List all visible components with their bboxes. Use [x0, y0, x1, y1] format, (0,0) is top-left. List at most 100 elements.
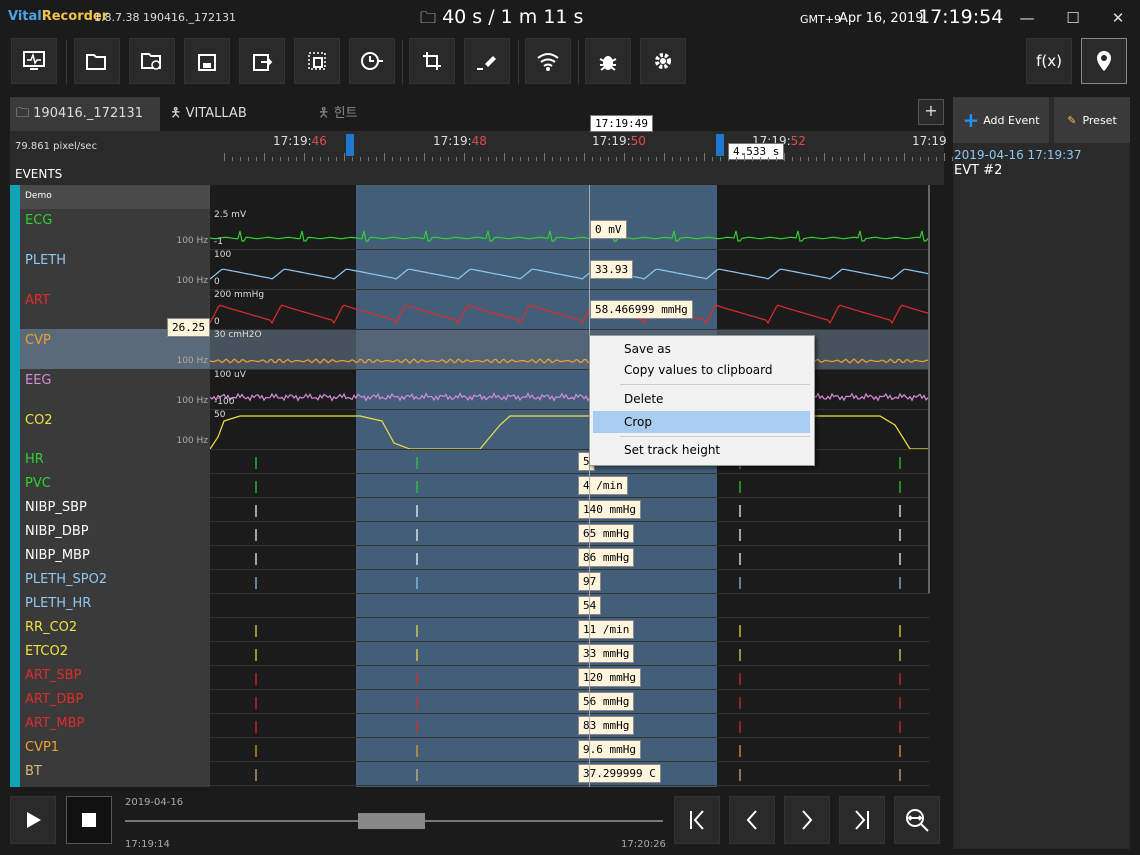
save-button[interactable] [184, 38, 230, 84]
settings-button[interactable] [640, 38, 686, 84]
menu-item-copy-values[interactable]: Copy values to clipboard [624, 363, 773, 377]
cvp-wave [210, 358, 930, 364]
ruler-tick [896, 157, 897, 161]
track-name: PLETH_HR [25, 596, 92, 611]
maximize-button[interactable]: ☐ [1058, 6, 1088, 30]
next-button[interactable] [784, 796, 830, 844]
scale-bottom: 0 [214, 317, 220, 327]
export-button[interactable] [239, 38, 285, 84]
track-name: RR_CO2 [25, 620, 78, 635]
wifi-icon [537, 53, 559, 71]
track-row-nibp_mbp[interactable]: NIBP_MBP [20, 545, 210, 569]
previous-button[interactable] [729, 796, 775, 844]
track-row-art_mbp[interactable]: ART_MBP [20, 713, 210, 737]
track-divider [210, 665, 930, 666]
track-row-eeg[interactable]: EEG 100 Hz [20, 369, 210, 409]
time-jump-button[interactable] [349, 38, 395, 84]
location-button[interactable] [1081, 38, 1127, 84]
ruler-tick [336, 157, 337, 161]
track-row-pleth_spo2[interactable]: PLETH_SPO2 [20, 569, 210, 593]
open-folder-button[interactable] [74, 38, 120, 84]
preset-button[interactable]: ✎ Preset [1054, 97, 1130, 143]
track-row-hr[interactable]: HR [20, 449, 210, 473]
current-time: 17:19:54 [918, 6, 1004, 28]
stop-button[interactable] [66, 796, 112, 844]
track-row-bt[interactable]: BT [20, 761, 210, 785]
track-divider [210, 641, 930, 642]
track-divider [210, 569, 930, 570]
device-header[interactable]: Demo [20, 185, 210, 209]
menu-item-crop[interactable]: Crop [624, 415, 652, 429]
monitor-view-button[interactable] [11, 38, 57, 84]
ruler-tick [320, 157, 321, 161]
ruler-tick [496, 157, 497, 161]
selection-end-marker[interactable] [716, 134, 724, 156]
minimize-button[interactable]: — [1012, 6, 1042, 30]
track-row-cvp1[interactable]: CVP1 [20, 737, 210, 761]
ruler-tick [664, 153, 665, 161]
track-name: ART_DBP [25, 692, 84, 707]
save-selection-button[interactable] [294, 38, 340, 84]
recording-duration: 🗀 40 s / 1 m 11 s [420, 6, 584, 28]
tab-hint[interactable]: 🯅 힌트 [318, 97, 358, 131]
track-row-art_dbp[interactable]: ART_DBP [20, 689, 210, 713]
tab-file[interactable]: 🗀 190416._172131 [10, 97, 160, 131]
add-event-button[interactable]: + Add Event [953, 97, 1049, 143]
go-first-button[interactable] [674, 796, 720, 844]
menu-item-delete[interactable]: Delete [624, 392, 663, 406]
network-button[interactable] [525, 38, 571, 84]
track-name: BT [25, 764, 42, 779]
time-ruler[interactable]: 17:19:46 17:19:48 17:19:50 17:19:52 17:1… [210, 131, 953, 163]
plus-icon: + [962, 108, 980, 132]
ruler-tick [304, 153, 305, 161]
track-row-nibp_sbp[interactable]: NIBP_SBP [20, 497, 210, 521]
track-row-art_sbp[interactable]: ART_SBP [20, 665, 210, 689]
erase-button[interactable] [464, 38, 510, 84]
go-last-button[interactable] [839, 796, 885, 844]
play-button[interactable] [10, 796, 56, 844]
track-row-pleth_hr[interactable]: PLETH_HR [20, 593, 210, 617]
ruler-tick [392, 157, 393, 161]
add-tab-icon[interactable]: + [918, 99, 944, 125]
track-row-pvc[interactable]: PVC [20, 473, 210, 497]
zoom-fit-button[interactable] [894, 796, 940, 844]
close-button[interactable]: ✕ [1103, 6, 1133, 30]
track-row-co2[interactable]: CO2 100 Hz [20, 409, 210, 449]
track-row-pleth[interactable]: PLETH 100 Hz [20, 249, 210, 289]
event-name[interactable]: EVT #2 [954, 163, 1002, 178]
track-divider [210, 617, 930, 618]
timeline-end: 17:20:26 [621, 839, 666, 850]
track-name: CVP [25, 333, 51, 348]
track-row-rr_co2[interactable]: RR_CO2 [20, 617, 210, 641]
timeline-thumb[interactable] [358, 813, 425, 829]
save-icon [198, 54, 216, 71]
scale-top: 30 cmH2O [214, 330, 262, 340]
track-row-ecg[interactable]: ECG 100 Hz [20, 209, 210, 249]
menu-item-save-as[interactable]: Save as [624, 342, 671, 356]
ruler-tick [480, 157, 481, 161]
open-recent-button[interactable] [129, 38, 175, 84]
ruler-tick [880, 157, 881, 161]
track-row-etco2[interactable]: ETCO2 [20, 641, 210, 665]
ruler-tick [368, 157, 369, 161]
toolbar-divider [402, 40, 403, 84]
tab-vitallab[interactable]: 🯅 VITALLAB [170, 97, 247, 131]
debug-button[interactable] [585, 38, 631, 84]
timeline-start: 17:19:14 [125, 839, 170, 850]
track-name: PVC [25, 476, 51, 491]
track-divider [210, 761, 930, 762]
plot-area[interactable]: 2.5 mV -1 0 mV 100 0 33.93 200 mmHg 0 58.466999 … [210, 185, 930, 787]
ruler-tick [448, 157, 449, 161]
ruler-tick [776, 157, 777, 161]
selection-start-marker[interactable] [346, 134, 354, 156]
ruler-tick [512, 157, 513, 161]
crop-button[interactable] [409, 38, 455, 84]
ruler-tick [912, 157, 913, 161]
track-row-nibp_dbp[interactable]: NIBP_DBP [20, 521, 210, 545]
context-menu: Save as Copy values to clipboard Delete … [589, 335, 815, 466]
ruler-tick [624, 153, 625, 161]
numeric-value: 65 mmHg [578, 524, 635, 543]
vertical-scrollbar[interactable] [928, 185, 930, 593]
function-button[interactable]: f(x) [1026, 38, 1072, 84]
menu-item-set-track-height[interactable]: Set track height [624, 443, 720, 457]
